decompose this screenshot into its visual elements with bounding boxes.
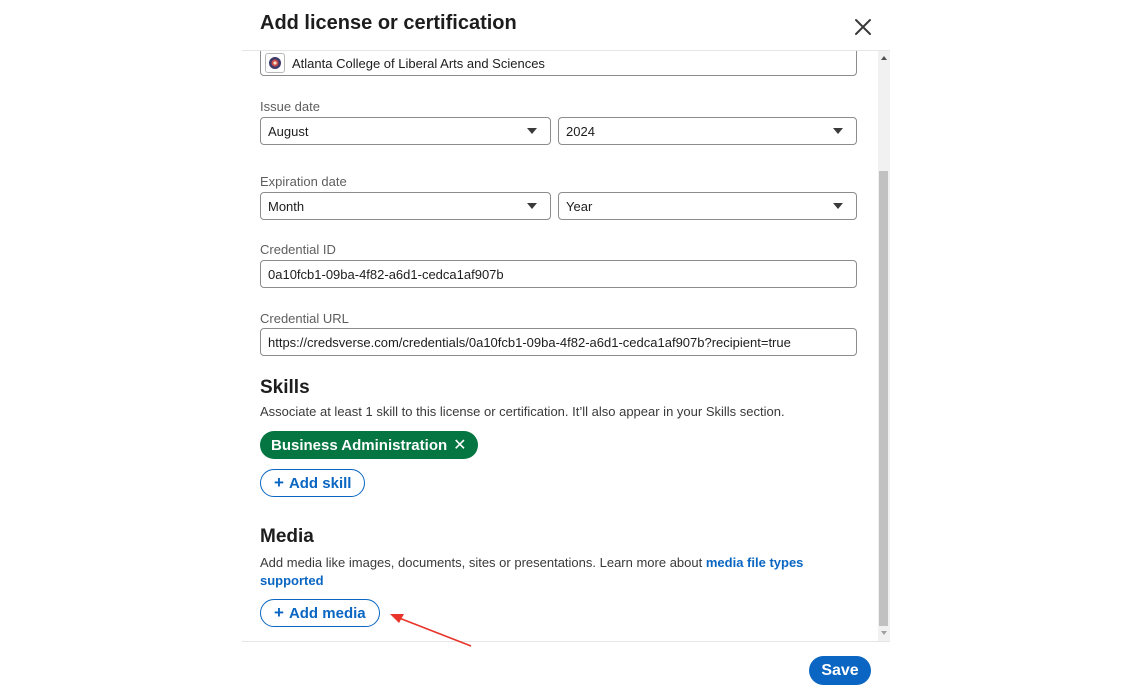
expiration-month-value: Month xyxy=(268,198,305,214)
add-media-button[interactable]: + Add media xyxy=(260,599,380,627)
modal-footer: Save xyxy=(242,641,890,693)
modal-body: Atlanta College of Liberal Arts and Scie… xyxy=(242,51,890,641)
add-skill-label: Add skill xyxy=(288,474,352,492)
skill-chip[interactable]: Business Administration ✕ xyxy=(260,431,478,459)
media-file-types-link[interactable]: media file types xyxy=(706,555,804,570)
chevron-down-icon xyxy=(833,203,843,209)
modal-header: Add license or certification xyxy=(242,0,890,51)
close-icon[interactable]: ✕ xyxy=(453,435,466,455)
chevron-down-icon xyxy=(833,128,843,134)
media-supported-link[interactable]: supported xyxy=(260,573,324,588)
expiration-month-select[interactable]: Month xyxy=(260,192,551,220)
credential-id-input[interactable]: 0a10fcb1-09ba-4f82-a6d1-cedca1af907b xyxy=(260,260,857,288)
issue-month-value: August xyxy=(268,123,309,139)
skill-chip-label: Business Administration xyxy=(271,436,448,454)
close-icon xyxy=(855,19,871,35)
scroll-up-arrow-icon[interactable] xyxy=(881,56,887,60)
credential-url-input[interactable]: https://credsverse.com/credentials/0a10f… xyxy=(260,328,857,356)
add-license-modal: Add license or certification Atlanta Col… xyxy=(242,0,890,693)
credential-id-value: 0a10fcb1-09ba-4f82-a6d1-cedca1af907b xyxy=(268,266,504,282)
skills-heading: Skills xyxy=(260,377,310,398)
chevron-down-icon xyxy=(527,128,537,134)
issue-date-label: Issue date xyxy=(260,99,320,114)
add-media-label: Add media xyxy=(288,604,366,622)
add-skill-button[interactable]: + Add skill xyxy=(260,469,366,497)
modal-title: Add license or certification xyxy=(260,12,517,34)
organization-logo-icon xyxy=(265,53,285,73)
save-button[interactable]: Save xyxy=(809,656,871,685)
media-description-text: Add media like images, documents, sites … xyxy=(260,555,706,570)
issue-year-select[interactable]: 2024 xyxy=(558,117,857,145)
issuing-organization-field[interactable]: Atlanta College of Liberal Arts and Scie… xyxy=(260,51,857,76)
expiration-year-value: Year xyxy=(566,198,593,214)
scroll-down-arrow-icon[interactable] xyxy=(881,631,887,635)
media-heading: Media xyxy=(260,526,314,547)
credential-url-value: https://credsverse.com/credentials/0a10f… xyxy=(268,334,791,350)
media-description: Add media like images, documents, sites … xyxy=(260,554,840,590)
scrollbar-thumb[interactable] xyxy=(879,171,888,626)
scrollbar[interactable] xyxy=(878,51,890,641)
issue-year-value: 2024 xyxy=(566,123,595,139)
plus-icon: + xyxy=(274,473,284,492)
credential-url-label: Credential URL xyxy=(260,311,349,326)
credential-id-label: Credential ID xyxy=(260,242,336,257)
expiration-year-select[interactable]: Year xyxy=(558,192,857,220)
annotation-arrow-icon xyxy=(390,614,472,647)
plus-icon: + xyxy=(274,603,284,622)
issuing-organization-value: Atlanta College of Liberal Arts and Scie… xyxy=(292,55,545,71)
close-button[interactable] xyxy=(846,10,880,44)
skills-description: Associate at least 1 skill to this licen… xyxy=(260,404,785,419)
chevron-down-icon xyxy=(527,203,537,209)
expiration-date-label: Expiration date xyxy=(260,174,347,189)
issue-month-select[interactable]: August xyxy=(260,117,551,145)
